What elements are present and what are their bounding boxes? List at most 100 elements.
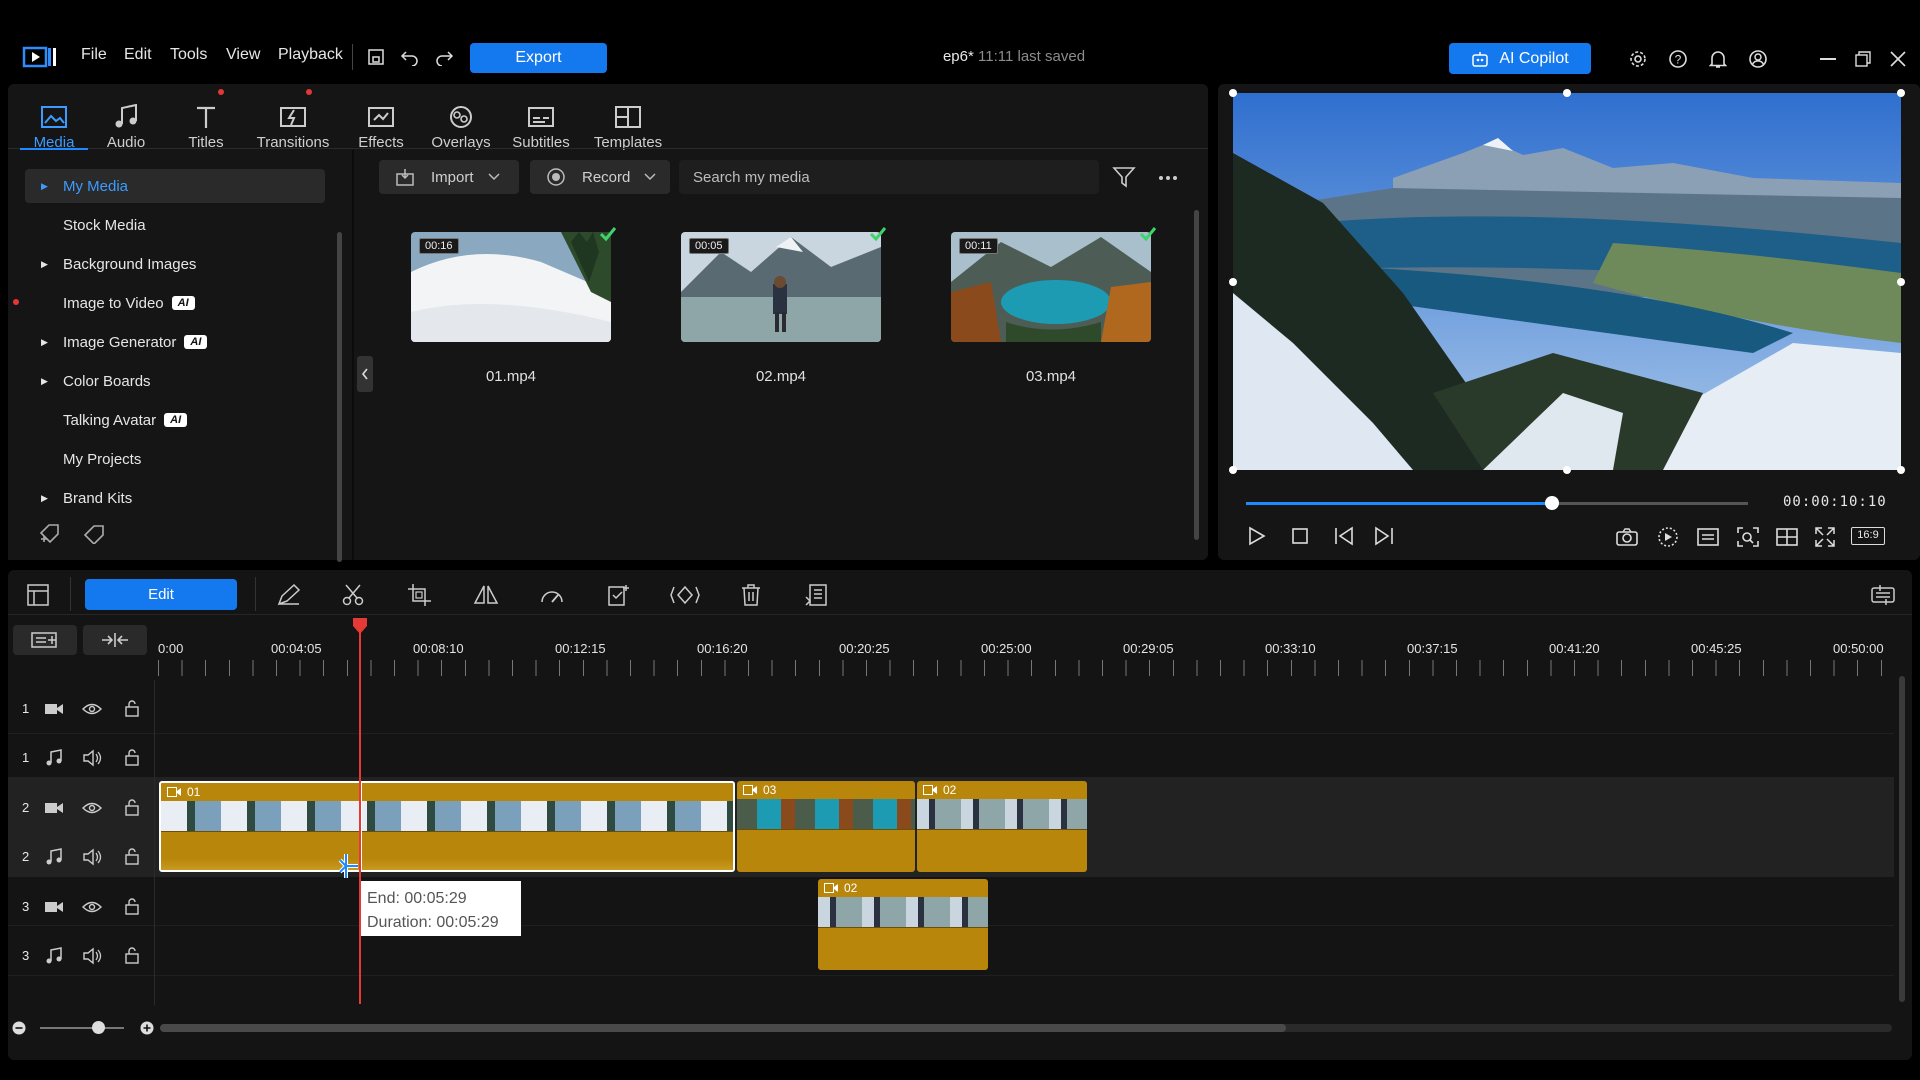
- sidebar-scrollbar[interactable]: [337, 232, 342, 562]
- speaker-icon[interactable]: [82, 848, 102, 866]
- eye-icon[interactable]: [82, 900, 102, 914]
- zoom-preview-icon[interactable]: [1736, 526, 1760, 548]
- bell-icon[interactable]: [1709, 49, 1727, 69]
- tab-effects[interactable]: Effects: [341, 94, 421, 151]
- collapse-sidebar-button[interactable]: [357, 356, 373, 392]
- play-icon[interactable]: [1247, 526, 1267, 546]
- settings-icon[interactable]: [1628, 49, 1648, 69]
- scissors-icon[interactable]: [341, 583, 365, 607]
- lock-icon[interactable]: [124, 748, 140, 766]
- preview-scrubber[interactable]: [1246, 496, 1748, 510]
- eye-icon[interactable]: [82, 702, 102, 716]
- sidebar-item-brand-kits[interactable]: ▶ Brand Kits: [25, 481, 325, 515]
- timeline-clip-02-track3[interactable]: 02: [818, 879, 988, 970]
- eye-icon[interactable]: [82, 801, 102, 815]
- sidebar-item-my-media[interactable]: ▶ My Media: [25, 169, 325, 203]
- add-tag-icon[interactable]: [38, 522, 64, 544]
- sidebar-item-stock-media[interactable]: Stock Media: [25, 208, 325, 242]
- record-button[interactable]: Record: [530, 160, 670, 194]
- lock-icon[interactable]: [124, 946, 140, 964]
- timeline-settings-icon[interactable]: [1870, 583, 1896, 607]
- timeline-clip-01[interactable]: 01: [159, 781, 735, 872]
- stop-icon[interactable]: [1291, 527, 1309, 545]
- lock-icon[interactable]: [124, 897, 140, 915]
- flip-icon[interactable]: [473, 583, 499, 607]
- subtitle-toggle-icon[interactable]: [1696, 527, 1720, 547]
- tab-overlays[interactable]: Overlays: [421, 94, 501, 151]
- zoom-slider[interactable]: [40, 1027, 124, 1029]
- add-track-button[interactable]: [13, 625, 77, 655]
- more-tools-icon[interactable]: [804, 583, 830, 607]
- sidebar-item-talking-avatar[interactable]: Talking Avatar AI: [25, 403, 325, 437]
- delete-icon[interactable]: [739, 583, 763, 607]
- resize-handle[interactable]: [1229, 466, 1237, 474]
- tab-audio[interactable]: Audio: [86, 94, 166, 151]
- storyboard-icon[interactable]: [26, 583, 50, 607]
- scrollbar-thumb[interactable]: [160, 1024, 1286, 1032]
- tab-templates[interactable]: Templates: [588, 94, 668, 151]
- tab-transitions[interactable]: Transitions: [253, 94, 333, 151]
- zoom-in-icon[interactable]: [139, 1020, 155, 1036]
- sidebar-item-image-generator[interactable]: ▶ Image Generator AI: [25, 325, 325, 359]
- resize-handle[interactable]: [1897, 466, 1905, 474]
- layout-icon[interactable]: [1775, 527, 1799, 547]
- speed-icon[interactable]: [539, 583, 565, 607]
- close-icon[interactable]: [1890, 51, 1906, 67]
- ruler-ticks[interactable]: [158, 660, 1898, 676]
- sidebar-item-background-images[interactable]: ▶ Background Images: [25, 247, 325, 281]
- resize-handle[interactable]: [1229, 89, 1237, 97]
- previous-frame-icon[interactable]: [1333, 526, 1355, 546]
- sidebar-item-label: My Projects: [63, 450, 142, 468]
- media-item-03[interactable]: 00:11 03.mp4: [951, 227, 1157, 385]
- restore-icon[interactable]: [1855, 51, 1871, 67]
- fit-timeline-button[interactable]: [83, 625, 147, 655]
- sidebar-item-my-projects[interactable]: My Projects: [25, 442, 325, 476]
- ai-edit-icon[interactable]: [606, 583, 632, 607]
- lock-icon[interactable]: [124, 798, 140, 816]
- sidebar-item-color-boards[interactable]: ▶ Color Boards: [25, 364, 325, 398]
- resize-handle[interactable]: [1229, 278, 1237, 286]
- edit-button[interactable]: Edit: [85, 579, 237, 610]
- video-clip-icon: [923, 785, 937, 795]
- media-item-02[interactable]: 00:05 02.mp4: [681, 227, 887, 385]
- tab-media[interactable]: Media: [14, 94, 94, 151]
- search-input[interactable]: Search my media: [679, 160, 1099, 194]
- account-icon[interactable]: [1748, 49, 1768, 69]
- timeline-clip-03[interactable]: 03: [737, 781, 915, 872]
- fullscreen-icon[interactable]: [1814, 526, 1836, 548]
- zoom-out-icon[interactable]: [11, 1020, 27, 1036]
- import-button[interactable]: Import: [379, 160, 519, 194]
- timeline-vertical-scrollbar[interactable]: [1899, 676, 1905, 1002]
- ai-copilot-button[interactable]: AI Copilot: [1449, 43, 1591, 74]
- content-scrollbar[interactable]: [1194, 210, 1199, 540]
- speaker-icon[interactable]: [82, 749, 102, 767]
- help-icon[interactable]: ?: [1668, 49, 1688, 69]
- minimize-icon[interactable]: [1820, 58, 1836, 60]
- crop-icon[interactable]: [407, 583, 433, 607]
- lock-icon[interactable]: [124, 847, 140, 865]
- timeline-clip-02[interactable]: 02: [917, 781, 1087, 872]
- speaker-icon[interactable]: [82, 947, 102, 965]
- tag-icon[interactable]: [82, 522, 108, 544]
- more-options-icon[interactable]: [1158, 176, 1178, 180]
- sidebar-item-image-to-video[interactable]: Image to Video AI: [25, 286, 325, 320]
- resize-handle[interactable]: [1897, 89, 1905, 97]
- aspect-ratio-button[interactable]: 16:9: [1851, 527, 1885, 545]
- zoom-slider-handle[interactable]: [92, 1021, 105, 1034]
- filter-icon[interactable]: [1112, 166, 1136, 188]
- next-frame-icon[interactable]: [1373, 526, 1395, 546]
- pen-icon[interactable]: [276, 583, 302, 607]
- keyframe-icon[interactable]: [670, 583, 700, 607]
- resize-handle[interactable]: [1563, 89, 1571, 97]
- tab-titles[interactable]: Titles: [166, 94, 246, 151]
- resize-handle[interactable]: [1563, 466, 1571, 474]
- snapshot-camera-icon[interactable]: [1615, 527, 1639, 547]
- playhead-line[interactable]: [359, 632, 361, 1004]
- tab-subtitles[interactable]: Subtitles: [501, 94, 581, 151]
- record-label: Record: [582, 168, 631, 186]
- media-item-01[interactable]: 00:16 01.mp4: [411, 227, 617, 385]
- resize-handle[interactable]: [1897, 278, 1905, 286]
- video-preview[interactable]: [1233, 93, 1901, 470]
- preview-quality-icon[interactable]: [1656, 526, 1680, 548]
- lock-icon[interactable]: [124, 699, 140, 717]
